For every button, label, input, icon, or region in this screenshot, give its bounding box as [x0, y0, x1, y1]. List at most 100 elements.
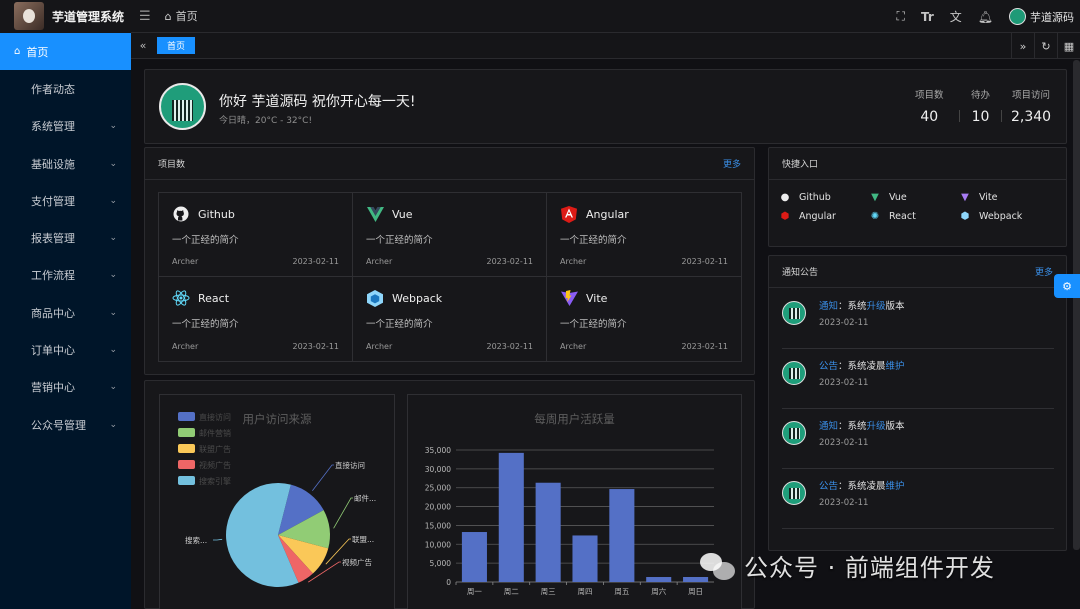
legend-item[interactable]: 搜索引擎 — [178, 476, 231, 486]
translate-icon[interactable]: 文 — [950, 8, 962, 25]
bell-icon[interactable]: 🔔︎ — [978, 10, 993, 24]
sidebar-item-infra[interactable]: 基础设施 ⌄ — [0, 145, 131, 182]
notice-item[interactable]: 通知：系统升级版本 2023-02-11 — [782, 409, 1054, 469]
quick-link-label: React — [889, 211, 916, 222]
quick-link-github[interactable]: ● Github — [779, 192, 869, 203]
project-author: Archer — [172, 257, 199, 266]
project-desc: 一个正经的简介 — [172, 235, 239, 246]
y-tick-label: 35,000 — [425, 446, 451, 455]
project-desc: 一个正经的简介 — [560, 235, 627, 246]
settings-gear-icon[interactable]: ⚙ — [1054, 274, 1080, 298]
avatar — [1009, 8, 1026, 25]
sidebar-item-home[interactable]: ⌂ 首页 — [0, 33, 131, 71]
notice-highlight: 维护 — [885, 361, 905, 372]
sidebar-item-order[interactable]: 订单中心 ⌄ — [0, 331, 131, 368]
sidebar-item-report[interactable]: 报表管理 ⌄ — [0, 219, 131, 256]
legend-item[interactable]: 联盟广告 — [178, 444, 231, 454]
app-title: 芋道管理系统 — [52, 9, 125, 24]
scrollbar[interactable] — [1073, 60, 1080, 550]
sidebar-item-label: 商品中心 — [31, 306, 75, 320]
scroll-left-icon[interactable]: « — [131, 39, 155, 52]
sidebar: ⌂ 首页 作者动态 系统管理 ⌄ 基础设施 ⌄ 支付管理 ⌄ 报表管理 ⌄ 工作流程 ⌄ 商… — [0, 33, 131, 609]
grid-menu-icon[interactable]: ▦ — [1057, 33, 1080, 59]
avatar — [782, 301, 806, 325]
charts-card: 用户访问来源 直接访问 邮件营销 联盟广告 视频广告 搜索引擎 直接访问 邮件... 联盟..… — [144, 380, 755, 609]
quick-link-vue[interactable]: ▼ Vue — [869, 192, 959, 203]
refresh-icon[interactable]: ↻ — [1034, 33, 1057, 59]
menu-toggle-icon[interactable]: ☰ — [139, 9, 151, 24]
sidebar-item-mp[interactable]: 公众号管理 ⌄ — [0, 406, 131, 443]
user-menu[interactable]: 芋道源码 — [1009, 8, 1074, 25]
scroll-right-icon[interactable]: » — [1011, 33, 1034, 59]
sidebar-item-label: 订单中心 — [31, 344, 75, 358]
sidebar-item-label: 支付管理 — [31, 194, 75, 208]
legend-item[interactable]: 视频广告 — [178, 460, 231, 470]
github-icon: ● — [780, 192, 790, 203]
project-date: 2023-02-11 — [681, 257, 729, 266]
sidebar-item-author-news[interactable]: 作者动态 — [0, 70, 131, 107]
sidebar-item-marketing[interactable]: 营销中心 ⌄ — [0, 369, 131, 406]
project-item-webpack[interactable]: Webpack 一个正经的简介 Archer 2023-02-11 — [353, 277, 547, 361]
sidebar-item-label: 公众号管理 — [31, 418, 86, 432]
qr-code-icon — [789, 368, 800, 379]
quick-link-vite[interactable]: ▼ Vite — [959, 192, 1049, 203]
stat-value: 10 — [971, 109, 990, 125]
notice-type[interactable]: 通知 — [819, 301, 838, 312]
sidebar-item-pay[interactable]: 支付管理 ⌄ — [0, 182, 131, 219]
chevron-down-icon: ⌄ — [109, 158, 117, 169]
project-author: Archer — [172, 342, 199, 351]
notice-type[interactable]: 公告 — [819, 361, 838, 372]
project-item-github[interactable]: Github 一个正经的简介 Archer 2023-02-11 — [159, 193, 353, 277]
bar[interactable] — [461, 532, 487, 582]
font-size-icon[interactable]: Tr — [921, 10, 934, 24]
chevron-down-icon: ⌄ — [109, 270, 117, 281]
fullscreen-icon[interactable]: ⛶ — [897, 9, 905, 24]
notice-more-link[interactable]: 更多 — [1035, 265, 1053, 278]
bar[interactable] — [646, 577, 672, 582]
project-item-angular[interactable]: Angular 一个正经的简介 Archer 2023-02-11 — [547, 193, 741, 277]
project-name: Angular — [586, 207, 629, 221]
bar[interactable] — [609, 489, 635, 582]
notice-highlight: 升级 — [866, 421, 886, 432]
project-item-vue[interactable]: Vue 一个正经的简介 Archer 2023-02-11 — [353, 193, 547, 277]
sidebar-item-product[interactable]: 商品中心 ⌄ — [0, 294, 131, 331]
project-item-vite[interactable]: Vite 一个正经的简介 Archer 2023-02-11 — [547, 277, 741, 361]
bar[interactable] — [572, 535, 598, 582]
breadcrumb[interactable]: ⌂ 首页 — [165, 8, 198, 24]
legend-item[interactable]: 邮件营销 — [178, 428, 231, 438]
x-tick-label: 周五 — [614, 587, 629, 596]
sidebar-item-label: 系统管理 — [31, 120, 75, 134]
notice-item[interactable]: 公告：系统凌晨维护 2023-02-11 — [782, 469, 1054, 529]
notice-title: 通知公告 — [782, 268, 819, 278]
pie-label-line — [333, 497, 353, 529]
notice-type[interactable]: 通知 — [819, 421, 838, 432]
y-tick-label: 25,000 — [425, 484, 451, 493]
bar-chart-panel: 每周用户活跃量 0 5,000 10,000 15,000 20,000 25,000 30… — [407, 394, 742, 609]
notice-text: ：系统凌晨 — [838, 361, 886, 372]
legend-label: 联盟广告 — [199, 444, 231, 454]
legend-swatch — [178, 444, 195, 453]
notice-item[interactable]: 通知：系统升级版本 2023-02-11 — [782, 289, 1054, 349]
legend-swatch — [178, 460, 195, 469]
notice-type[interactable]: 公告 — [819, 481, 838, 492]
legend-label: 视频广告 — [199, 460, 231, 470]
x-tick-label: 周日 — [688, 587, 703, 596]
quick-link-angular[interactable]: ⬢ Angular — [779, 211, 869, 222]
github-icon — [172, 205, 190, 223]
chevron-down-icon: ⌄ — [109, 382, 117, 393]
tab-home[interactable]: 首页 — [157, 37, 196, 54]
app-logo[interactable]: 芋道管理系统 — [0, 0, 131, 33]
notice-item[interactable]: 公告：系统凌晨维护 2023-02-11 — [782, 349, 1054, 409]
notice-card: 通知公告 更多 通知：系统升级版本 2023-02-11 公告：系统凌晨维护 2… — [768, 255, 1067, 551]
project-item-react[interactable]: React 一个正经的简介 Archer 2023-02-11 — [159, 277, 353, 361]
sidebar-item-system[interactable]: 系统管理 ⌄ — [0, 108, 131, 145]
quick-link-label: Angular — [799, 211, 836, 222]
quick-link-webpack[interactable]: ⬢ Webpack — [959, 211, 1049, 222]
notice-text: ：系统 — [838, 301, 867, 312]
projects-more-link[interactable]: 更多 — [723, 157, 741, 170]
bar[interactable] — [498, 452, 524, 582]
sidebar-item-workflow[interactable]: 工作流程 ⌄ — [0, 257, 131, 294]
quick-link-react[interactable]: ✺ React — [869, 211, 959, 222]
stat-label: 项目访问 — [1012, 90, 1051, 101]
bar[interactable] — [535, 482, 561, 582]
